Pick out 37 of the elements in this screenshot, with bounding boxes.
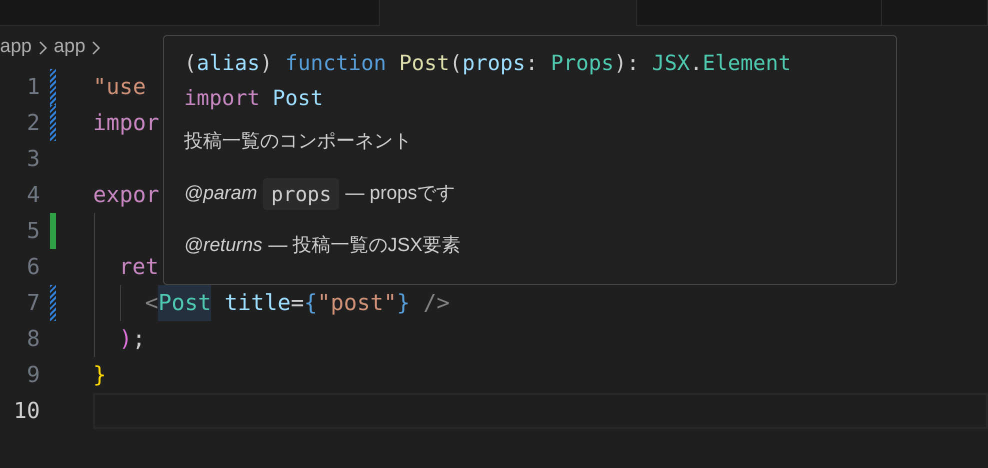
- inline-code: props: [263, 178, 340, 210]
- line-number: 8: [26, 326, 40, 354]
- line-number: 4: [26, 182, 40, 210]
- code-token: expor: [93, 182, 160, 210]
- code-token: />: [422, 290, 450, 318]
- line-number: 6: [26, 254, 40, 282]
- line-number: 3: [26, 146, 40, 174]
- doc-description: 投稿一覧のコンポーネント: [184, 130, 412, 154]
- doc-text: — 投稿一覧のJSX要素: [268, 234, 461, 258]
- code-token: =: [290, 290, 304, 318]
- code-token: }: [396, 290, 410, 318]
- line-number: 1: [26, 74, 40, 102]
- code-token: "use: [93, 74, 146, 102]
- code-token: ret: [119, 254, 159, 282]
- line-number: 10: [12, 398, 40, 426]
- doc-tag: @param: [184, 180, 258, 208]
- code-token: }: [93, 362, 106, 390]
- code-token: impor: [93, 110, 160, 138]
- code-token: <: [145, 290, 158, 318]
- doc-tag: @returns: [184, 232, 262, 260]
- code-token: ): [119, 326, 132, 354]
- code-token: title: [223, 290, 291, 318]
- chevron-icon: [91, 40, 102, 56]
- line-number: 2: [26, 110, 40, 138]
- code-token: {: [304, 290, 318, 318]
- code-token: ;: [132, 326, 146, 354]
- code-token: Post: [158, 285, 212, 321]
- signature-text: (alias) function Post(props: Props): JSX.Element: [184, 50, 792, 77]
- chevron-icon: [38, 40, 48, 56]
- code-token: "post": [317, 290, 397, 318]
- breadcrumb-item[interactable]: app: [0, 33, 32, 62]
- doc-text: — propsです: [345, 182, 456, 206]
- breadcrumb-item[interactable]: app: [54, 33, 86, 62]
- line-number: 5: [26, 218, 40, 246]
- line-number: 7: [26, 290, 40, 318]
- line-number: 9: [26, 362, 40, 390]
- import-text: import Post: [184, 84, 324, 112]
